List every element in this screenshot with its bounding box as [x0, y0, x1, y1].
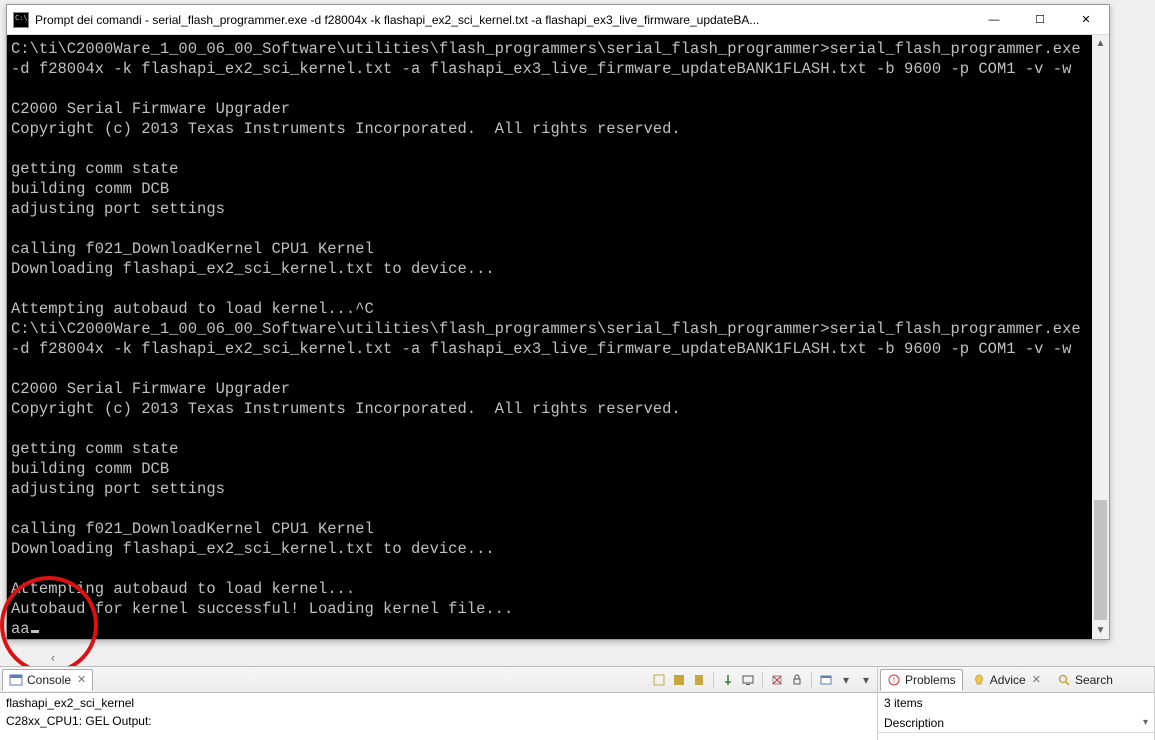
tab-advice-label: Advice	[990, 673, 1026, 687]
scroll-thumb[interactable]	[1094, 500, 1107, 620]
maximize-button[interactable]: ☐	[1017, 5, 1063, 35]
tab-problems[interactable]: ! Problems	[880, 669, 963, 691]
minimize-button[interactable]: —	[971, 5, 1017, 35]
tab-advice[interactable]: Advice ✕	[965, 669, 1048, 691]
toolbar-icon[interactable]	[650, 671, 668, 689]
terminal-text: C:\ti\C2000Ware_1_00_06_00_Software\util…	[11, 40, 1090, 638]
collapse-chevron[interactable]: ‹	[44, 648, 62, 666]
tab-problems-label: Problems	[905, 673, 956, 687]
problems-tabbar: ! Problems Advice ✕ Search	[878, 667, 1154, 693]
scroll-up-button[interactable]: ▲	[1092, 35, 1109, 52]
console-line: flashapi_ex2_sci_kernel	[6, 696, 871, 710]
cmd-icon	[13, 12, 29, 28]
scroll-track[interactable]	[1092, 52, 1109, 622]
toolbar-icon[interactable]	[670, 671, 688, 689]
cursor	[31, 630, 39, 633]
console-tabbar: Console ✕ ▾ ▾	[0, 667, 877, 693]
tab-console[interactable]: Console ✕	[2, 669, 93, 691]
command-prompt-window: Prompt dei comandi - serial_flash_progra…	[6, 4, 1110, 640]
col-description: Description	[884, 716, 944, 730]
svg-text:!: !	[893, 676, 895, 685]
tab-console-label: Console	[27, 673, 71, 687]
problems-icon: !	[887, 673, 901, 687]
terminal-body[interactable]: C:\ti\C2000Ware_1_00_06_00_Software\util…	[7, 35, 1109, 639]
console-body[interactable]: flashapi_ex2_sci_kernel C28xx_CPU1: GEL …	[0, 693, 877, 740]
window-title: Prompt dei comandi - serial_flash_progra…	[35, 13, 971, 27]
problems-summary: 3 items	[878, 693, 1154, 713]
close-button[interactable]: ✕	[1063, 5, 1109, 35]
console-line: C28xx_CPU1: GEL Output:	[6, 714, 871, 728]
close-tab-icon[interactable]: ✕	[77, 673, 86, 686]
close-tab-icon[interactable]: ✕	[1032, 673, 1041, 686]
terminal-output[interactable]: C:\ti\C2000Ware_1_00_06_00_Software\util…	[7, 35, 1092, 639]
tab-search[interactable]: Search	[1050, 669, 1120, 691]
pin-icon[interactable]	[719, 671, 737, 689]
clear-icon[interactable]	[768, 671, 786, 689]
toolbar-icon[interactable]	[690, 671, 708, 689]
vertical-scrollbar[interactable]: ▲ ▼	[1092, 35, 1109, 639]
console-panel: Console ✕ ▾ ▾ flashapi_ex2_sci_kernel C2…	[0, 667, 878, 740]
tab-search-label: Search	[1075, 673, 1113, 687]
problems-column-header[interactable]: Description ▾	[878, 713, 1154, 733]
menu-icon[interactable]: ▾	[857, 671, 875, 689]
search-icon	[1057, 673, 1071, 687]
lock-icon[interactable]	[788, 671, 806, 689]
sort-caret-icon[interactable]: ▾	[1143, 717, 1148, 728]
display-icon[interactable]	[739, 671, 757, 689]
problems-body: 3 items Description ▾	[878, 693, 1154, 740]
ide-bottom-panels: Console ✕ ▾ ▾ flashapi_ex2_sci_kernel C2…	[0, 666, 1155, 740]
advice-icon	[972, 673, 986, 687]
scroll-down-button[interactable]: ▼	[1092, 622, 1109, 639]
dropdown-caret-icon[interactable]: ▾	[837, 671, 855, 689]
problems-panel: ! Problems Advice ✕ Search 3 items	[878, 667, 1155, 740]
window-titlebar[interactable]: Prompt dei comandi - serial_flash_progra…	[7, 5, 1109, 35]
console-icon	[9, 673, 23, 687]
open-console-icon[interactable]	[817, 671, 835, 689]
